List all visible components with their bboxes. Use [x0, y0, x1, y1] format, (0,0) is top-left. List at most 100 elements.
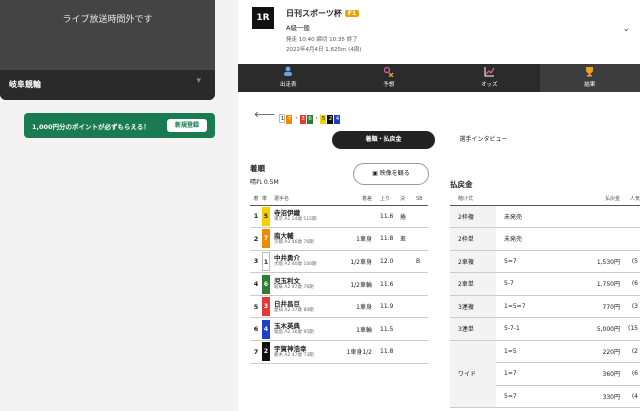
race-title: 日刊スポーツ杯 F1	[286, 8, 360, 19]
sb-cell	[416, 340, 428, 364]
bet-type: 2枠複	[450, 205, 496, 228]
payout-amount: 1,750円	[560, 272, 620, 296]
venue-selector[interactable]: 岐阜競輪 ▾	[0, 70, 215, 100]
payout-row: ワイド 1=5 220円 (2	[450, 340, 640, 408]
lineup-car-box: 4	[334, 114, 341, 124]
lineup-car-box: 3	[299, 114, 306, 124]
sb-cell	[416, 295, 428, 319]
page: ライブ放送時間外です 岐阜競輪 ▾ 1,000円分のポイントが必ずもらえる！ 新…	[0, 0, 640, 411]
car-cell: 3	[262, 295, 274, 319]
last-lap-cell: 12.0	[376, 250, 400, 274]
result-row[interactable]: 7 2 宇賀神浩幸 栃木 A2 47歳 73期 1車身1/2 11.8	[250, 340, 428, 364]
rider-info: 愛知 A2 37歳 89期	[274, 307, 314, 313]
finish-rank: 2	[250, 227, 262, 251]
chevron-down-icon[interactable]: ⌄	[622, 24, 630, 34]
register-button[interactable]: 新規登録	[167, 119, 207, 132]
watch-video-label: 映像を観る	[379, 170, 410, 177]
result-row[interactable]: 1 5 寺沼伊織 東京 A1 24歳 115期 11.6 捲	[250, 205, 428, 229]
move-cell	[400, 272, 416, 296]
race-number-badge: 1R	[252, 7, 274, 29]
bet-combination: 1=5	[496, 340, 560, 363]
lineup-car-box: 1	[279, 113, 286, 123]
col-last-lap: 上り	[376, 193, 400, 206]
bet-combination: 5-7	[496, 272, 560, 296]
tab-label: オッズ	[480, 82, 498, 88]
results-title: 着順	[250, 164, 265, 173]
finish-rank: 7	[250, 340, 262, 364]
promo-banner[interactable]: 1,000円分のポイントが必ずもらえる！ 新規登録	[24, 113, 215, 138]
race-panel: 1R 日刊スポーツ杯 F1 A級一般 発走 10:40 締切 10:35 終了 2…	[238, 0, 640, 411]
race-date: 2022年4月4日 1,625m (4周)	[286, 47, 362, 53]
popularity: (3	[620, 295, 640, 318]
payout-row: 3連複 1=5=7 770円 (3	[450, 295, 640, 318]
col-payout: 払戻金	[560, 193, 620, 206]
result-row[interactable]: 5 3 日井昌巨 愛知 A2 37歳 89期 1車身 11.9	[250, 295, 428, 319]
car-cell: 6	[262, 272, 274, 296]
result-row[interactable]: 4 6 児玉利文 岐阜 A2 47歳 76期 1/2車輪 11.6	[250, 272, 428, 296]
rider-name: 日井昌巨	[274, 299, 300, 308]
popularity: (15	[620, 317, 640, 341]
finish-rank: 4	[250, 272, 262, 296]
last-lap-cell: 11.8	[376, 340, 400, 364]
tab-prediction[interactable]: 予想	[339, 64, 440, 92]
car-cell: 7	[262, 227, 274, 251]
bet-type: 2枠単	[450, 227, 496, 251]
bet-combination: 5-7-1	[496, 317, 560, 341]
rider-cell: 児玉利文 岐阜 A2 47歳 76期	[274, 272, 338, 296]
car-number-badge: 3	[262, 297, 270, 317]
payouts-header-row: 賭け式 払戻金 人気	[450, 193, 640, 206]
bet-type: ワイド	[450, 340, 496, 408]
bet-type: 2車複	[450, 250, 496, 273]
popularity: (4	[620, 385, 640, 408]
col-popularity: 人気	[620, 193, 640, 206]
segment-interview[interactable]: 選手インタビュー	[435, 131, 532, 149]
race-tabs: 出走表 予想 オッズ 結果	[238, 64, 640, 92]
finish-rank: 1	[250, 205, 262, 229]
sb-cell	[416, 205, 428, 229]
line-formation: 🡐 1 7 ・ 3 6 ・ 5 2 4	[254, 108, 341, 124]
race-time: 発走 10:40 締切 10:35 終了	[286, 37, 358, 43]
result-row[interactable]: 6 4 玉木英典 福島 A2 36歳 95期 1車輪 11.5	[250, 317, 428, 342]
prediction-icon	[339, 66, 440, 80]
payout-row: 3連単 5-7-1 5,000円 (15	[450, 317, 640, 341]
rider-cell: 中井勇介 大阪 A2 40歳 100期	[274, 250, 338, 274]
result-row[interactable]: 3 1 中井勇介 大阪 A2 40歳 100期 1/2車身 12.0 B	[250, 250, 428, 274]
move-cell	[400, 317, 416, 342]
rider-cell: 玉木英典 福島 A2 36歳 95期	[274, 317, 338, 342]
tab-results[interactable]: 結果	[539, 64, 640, 92]
car-cell: 2	[262, 340, 274, 364]
margin-cell: 1車身	[338, 295, 376, 319]
car-cell: 5	[262, 205, 274, 229]
margin-cell: 1車身1/2	[338, 340, 376, 364]
car-number-badge: 1	[262, 251, 270, 271]
sb-cell	[416, 272, 428, 296]
margin-cell: 1/2車身	[338, 250, 376, 274]
tab-label: 出走表	[279, 82, 297, 88]
sb-cell	[416, 317, 428, 342]
col-name: 選手名	[274, 193, 338, 206]
rider-cell: 日井昌巨 愛知 A2 37歳 89期	[274, 295, 338, 319]
watch-video-button[interactable]: ▣ 映像を観る	[353, 163, 429, 185]
odds-chart-icon	[439, 66, 540, 80]
tab-label: 予想	[383, 82, 395, 88]
result-row[interactable]: 2 7 南大輔 京都 A2 46歳 76期 1車身 11.8 差	[250, 227, 428, 251]
col-combination	[496, 193, 560, 206]
trophy-icon	[540, 66, 640, 80]
payout-row: 2車単 5-7 1,750円 (6	[450, 272, 640, 296]
bet-combination: 5=7	[496, 250, 560, 273]
rider-info: 東京 A1 24歳 115期	[274, 217, 317, 223]
margin-cell	[338, 205, 376, 229]
race-header[interactable]: 1R 日刊スポーツ杯 F1 A級一般 発走 10:40 締切 10:35 終了 2…	[238, 0, 640, 64]
rider-cell: 寺沼伊織 東京 A1 24歳 115期	[274, 205, 338, 229]
segment-results-payouts[interactable]: 着順・払戻金	[332, 131, 435, 149]
col-margin: 着差	[338, 193, 376, 206]
tab-odds[interactable]: オッズ	[439, 64, 540, 92]
payout-amount: 5,000円	[560, 317, 620, 341]
lineup-car-box: 2	[327, 114, 334, 124]
finish-rank: 3	[250, 250, 262, 274]
tab-entry-list[interactable]: 出走表	[238, 64, 339, 92]
payout-amount	[560, 205, 620, 228]
col-rank: 着	[250, 193, 262, 206]
bet-combination: 1=7	[496, 362, 560, 386]
rider-cell: 南大輔 京都 A2 46歳 76期	[274, 227, 338, 251]
